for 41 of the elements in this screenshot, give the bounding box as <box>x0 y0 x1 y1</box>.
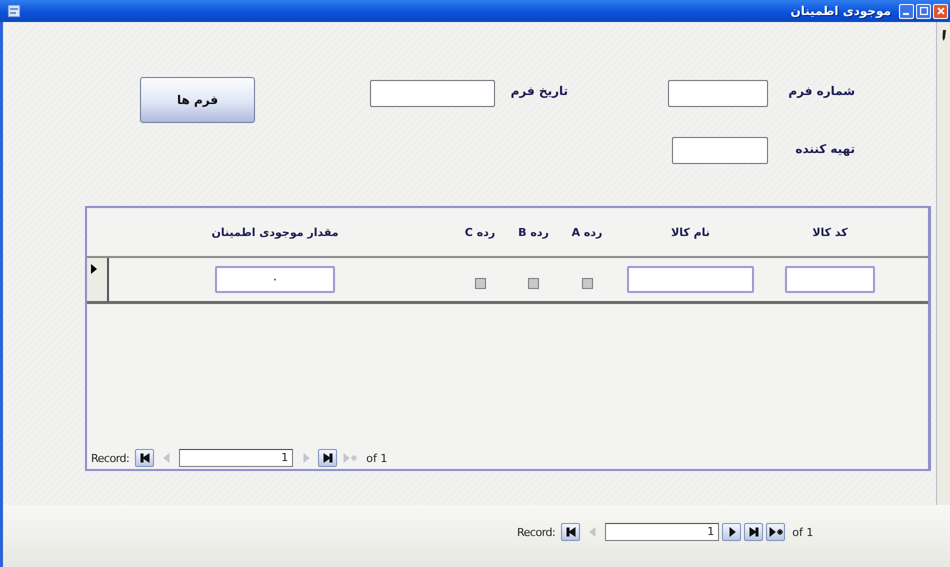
record-count: of 1 <box>366 452 388 464</box>
column-header: مقدار موجودی اطمینان <box>211 226 339 238</box>
column-header: رده A <box>572 226 602 238</box>
next-record-button[interactable] <box>722 523 742 541</box>
record-count: of 1 <box>792 526 814 538</box>
triangle-asterisk-icon <box>342 450 358 466</box>
maximize-icon <box>920 7 928 15</box>
text-field[interactable] <box>627 266 754 293</box>
triangle-asterisk-icon <box>768 524 784 540</box>
field-label: تاریخ فرم <box>510 83 568 98</box>
input-field[interactable] <box>370 80 495 107</box>
text-field[interactable] <box>785 266 875 293</box>
column-header: رده B <box>518 226 549 238</box>
app-icon <box>8 5 20 17</box>
maximize-button[interactable] <box>916 4 931 18</box>
record-number-field[interactable]: 1 <box>605 523 720 541</box>
last-record-button[interactable] <box>318 449 338 467</box>
input-field[interactable] <box>668 80 768 107</box>
input-field[interactable] <box>672 137 768 164</box>
checkbox[interactable] <box>474 278 486 289</box>
forms-button[interactable]: فرم ها <box>140 77 255 123</box>
close-button[interactable] <box>933 4 948 18</box>
checkbox[interactable] <box>528 278 539 289</box>
window-title: موجودی اطمینان <box>790 4 891 18</box>
new-record-button[interactable] <box>766 523 786 541</box>
minimize-button[interactable] <box>899 4 914 18</box>
record-number-field[interactable]: 1 <box>179 449 294 467</box>
close-icon <box>936 7 944 15</box>
checkbox[interactable] <box>582 278 592 289</box>
field-label: تهیه کننده <box>794 141 855 156</box>
field-label: شماره فرم <box>787 83 855 98</box>
text-field[interactable]: ۰ <box>215 266 335 293</box>
column-header: رده C <box>464 226 496 238</box>
column-header: نام کالا <box>671 226 710 238</box>
first-record-button[interactable] <box>561 523 580 541</box>
pencil-icon <box>940 30 946 42</box>
record-label: Record: <box>517 526 556 538</box>
first-record-button[interactable] <box>135 449 154 467</box>
column-header: کد کالا <box>812 226 848 238</box>
record-label: Record: <box>91 452 130 464</box>
last-record-button[interactable] <box>744 523 764 541</box>
